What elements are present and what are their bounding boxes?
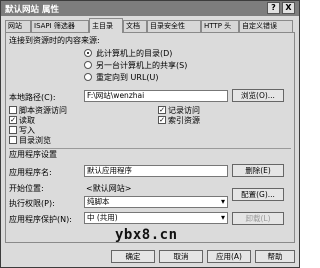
- radio-redirect-url-label: 重定向到 URL(U): [96, 73, 159, 82]
- help-button[interactable]: 帮助: [255, 250, 295, 263]
- radio-local-directory[interactable]: [84, 49, 92, 57]
- radio-network-share-label: 另一台计算机上的共享(S): [96, 61, 188, 70]
- index-resource-label: 索引资源: [168, 116, 200, 125]
- tab-custom-errors[interactable]: 自定义错误: [239, 20, 293, 32]
- execute-permissions-select[interactable]: 纯脚本: [84, 196, 228, 208]
- radio-network-share[interactable]: [84, 61, 92, 69]
- connection-label: 连接到资源时的内容来源:: [9, 36, 100, 45]
- start-position-label: 开始位置:: [9, 184, 44, 193]
- checkbox-write[interactable]: [9, 126, 17, 134]
- home-directory-panel: 连接到资源时的内容来源: 此计算机上的目录(D) 另一台计算机上的共享(S) 重…: [5, 32, 295, 243]
- local-path-input[interactable]: F:\网站\wenzhai: [84, 90, 228, 102]
- radio-redirect-url[interactable]: [84, 73, 92, 81]
- app-name-label: 应用程序名:: [9, 168, 52, 177]
- tab-http-headers[interactable]: HTTP 头: [201, 20, 239, 32]
- app-protection-select[interactable]: 中 (共用): [84, 212, 228, 224]
- app-name-input[interactable]: 默认应用程序: [84, 165, 228, 177]
- remove-button[interactable]: 删除(E): [232, 164, 284, 177]
- directory-browsing-label: 目录浏览: [19, 136, 51, 145]
- app-protection-label: 应用程序保护(N):: [9, 215, 72, 224]
- start-position-value: <默认网站>: [86, 184, 132, 193]
- title-bar: 默认网站 属性 ? X: [1, 1, 299, 16]
- local-path-label: 本地路径(C):: [9, 93, 56, 102]
- checkbox-log-visits[interactable]: ✓: [158, 106, 166, 114]
- tab-isapi-filters[interactable]: ISAPI 筛选器: [31, 20, 89, 32]
- tab-documents[interactable]: 文档: [123, 20, 147, 32]
- ok-button[interactable]: 确定: [111, 250, 155, 263]
- tab-strip: 网站 ISAPI 筛选器 主目录 文档 目录安全性 HTTP 头 自定义错误: [5, 18, 297, 33]
- unload-button[interactable]: 卸载(L): [232, 212, 284, 225]
- tab-website[interactable]: 网站: [5, 20, 31, 32]
- watermark-text: ybx8.cn: [115, 227, 178, 243]
- browse-button[interactable]: 浏览(O)...: [232, 89, 284, 102]
- checkbox-index-resource[interactable]: ✓: [158, 116, 166, 124]
- close-title-button[interactable]: X: [282, 2, 295, 14]
- checkbox-read[interactable]: ✓: [9, 116, 17, 124]
- app-settings-section-label: 应用程序设置: [9, 150, 57, 159]
- execute-permissions-label: 执行权限(P):: [9, 199, 55, 208]
- help-title-button[interactable]: ?: [267, 2, 280, 14]
- tab-directory-security[interactable]: 目录安全性: [147, 20, 201, 32]
- properties-dialog: 默认网站 属性 ? X 网站 ISAPI 筛选器 主目录 文档 目录安全性 HT…: [0, 0, 300, 268]
- cancel-button[interactable]: 取消: [159, 250, 203, 263]
- checkbox-script-source-access[interactable]: [9, 106, 17, 114]
- apply-button[interactable]: 应用(A): [207, 250, 251, 263]
- checkbox-directory-browsing[interactable]: [9, 136, 17, 144]
- configure-button[interactable]: 配置(G)...: [232, 188, 284, 201]
- tab-home-directory[interactable]: 主目录: [89, 18, 123, 33]
- radio-local-directory-label: 此计算机上的目录(D): [96, 49, 173, 58]
- window-title: 默认网站 属性: [5, 5, 59, 15]
